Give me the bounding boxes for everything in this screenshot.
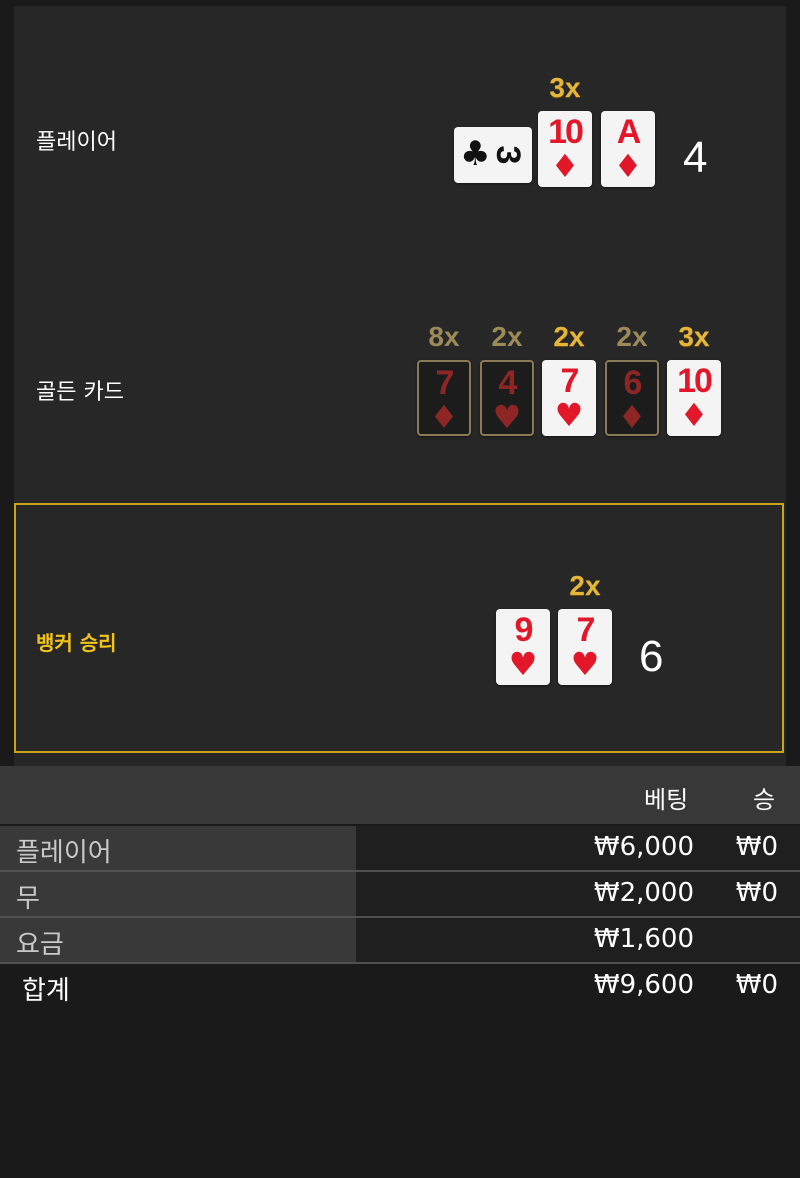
player-card-2: 10 ♦ — [538, 111, 592, 187]
card-rank: 7 — [560, 362, 580, 400]
card-rank: 7 — [435, 364, 455, 402]
heart-suit-icon: ♥ — [554, 396, 584, 434]
win-amount: ₩0 — [735, 878, 778, 908]
golden-card-5-multiplier: 3x — [678, 321, 710, 352]
row-label: 요금 — [16, 930, 64, 960]
banker-win-label: 뱅커 승리 — [36, 631, 117, 655]
golden-card-1: 7 ♦ — [417, 360, 471, 436]
banker-score: 6 — [639, 632, 664, 681]
player-card-3: A ♦ — [601, 111, 655, 187]
row-label: 플레이어 — [16, 838, 112, 868]
heart-suit-icon: ♥ — [508, 645, 538, 683]
win-column-header: 승 — [753, 786, 776, 814]
diamond-suit-icon: ♦ — [550, 147, 580, 185]
banker-card-2: 7 ♥ — [558, 609, 612, 685]
card-rank: 9 — [514, 611, 534, 649]
golden-card-5: 10 ♦ — [667, 360, 721, 436]
golden-card-2: 4 ♥ — [480, 360, 534, 436]
golden-card-3-multiplier: 2x — [553, 321, 585, 352]
card-rank: A — [616, 113, 642, 151]
banker-win-highlight — [14, 503, 784, 753]
card-rank: 7 — [576, 611, 596, 649]
total-bet-amount: ₩9,600 — [593, 970, 694, 1000]
card-rank: 4 — [498, 364, 518, 402]
total-row: 합계 ₩9,600 ₩0 — [0, 964, 800, 1008]
bet-amount: ₩6,000 — [593, 832, 694, 862]
golden-card-2-multiplier: 2x — [491, 321, 523, 352]
player-label: 플레이어 — [36, 130, 117, 155]
total-win-amount: ₩0 — [735, 970, 778, 1000]
table-header: 베팅 승 — [0, 766, 800, 824]
player-score: 4 — [683, 133, 708, 182]
table-row: 무 ₩2,000 ₩0 — [0, 872, 800, 916]
diamond-suit-icon: ♦ — [613, 147, 643, 185]
golden-card-label: 골든 카드 — [36, 380, 124, 405]
diamond-suit-icon: ♦ — [617, 398, 647, 436]
golden-card-1-multiplier: 8x — [428, 321, 460, 352]
card-rank: 10 — [548, 113, 584, 151]
bet-amount: ₩2,000 — [593, 878, 694, 908]
card-rank: 6 — [623, 364, 643, 402]
table-row: 요금 ₩1,600 — [0, 918, 800, 962]
club-suit-icon: ♣ — [460, 134, 491, 174]
golden-card-4-multiplier: 2x — [616, 321, 648, 352]
banker-card-1: 9 ♥ — [496, 609, 550, 685]
heart-suit-icon: ♥ — [570, 645, 600, 683]
row-label: 무 — [16, 884, 40, 914]
bet-amount: ₩1,600 — [593, 924, 694, 954]
diamond-suit-icon: ♦ — [429, 398, 459, 436]
heart-suit-icon: ♥ — [492, 398, 522, 436]
golden-card-4: 6 ♦ — [605, 360, 659, 436]
win-amount: ₩0 — [735, 832, 778, 862]
table-row: 플레이어 ₩6,000 ₩0 — [0, 826, 800, 870]
player-card-1: ♣ 3 — [454, 127, 532, 183]
player-card-2-multiplier: 3x — [549, 72, 581, 103]
diamond-suit-icon: ♦ — [679, 396, 709, 434]
bet-column-header: 베팅 — [644, 786, 689, 814]
golden-card-3: 7 ♥ — [542, 360, 596, 436]
card-rank: 10 — [677, 362, 713, 400]
total-label: 합계 — [22, 976, 70, 1006]
banker-card-2-multiplier: 2x — [569, 570, 601, 601]
card-rank: 3 — [489, 145, 527, 163]
